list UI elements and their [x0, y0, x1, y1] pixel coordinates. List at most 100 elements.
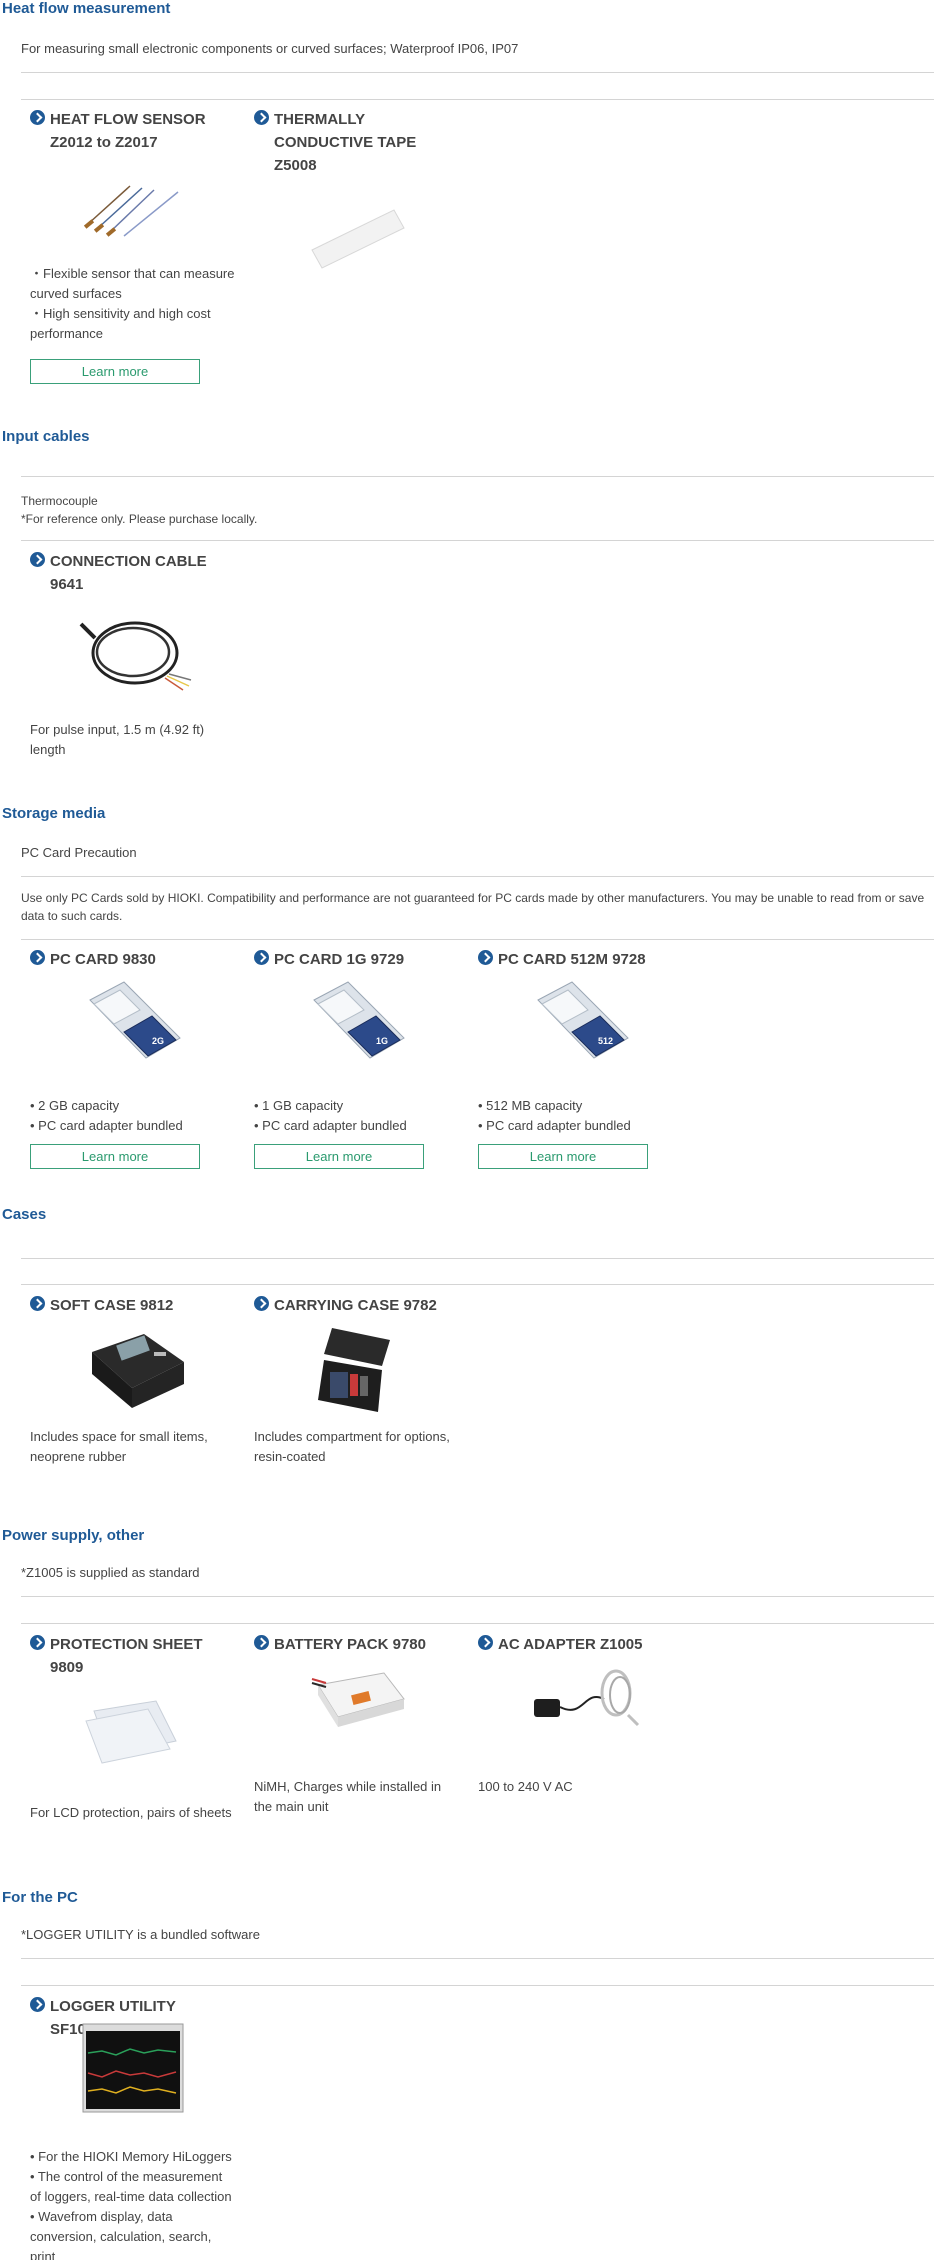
protection-sheet-image[interactable]: [80, 1697, 190, 1767]
card-title-line[interactable]: CONDUCTIVE TAPE: [274, 131, 454, 154]
section-storage-media: Storage media PC Card Precaution Use onl…: [0, 805, 934, 1205]
pc-card-image[interactable]: 1G: [304, 980, 414, 1070]
section-intro: *LOGGER UTILITY is a bundled software: [21, 1927, 260, 1942]
intro-line: Thermocouple: [21, 494, 98, 508]
card-description: • 512 MB capacity • PC card adapter bund…: [478, 1096, 693, 1136]
description-line: • For the HIOKI Memory HiLoggers: [30, 2149, 232, 2164]
card-description: ・Flexible sensor that can measure curved…: [30, 264, 245, 344]
description-line: 100 to 240 V AC: [478, 1779, 573, 1794]
section-title: Cases: [2, 1206, 47, 1223]
section-title: For the PC: [2, 1889, 78, 1906]
section-cases: Cases SOFT CASE 9812 Includes space for …: [0, 1206, 934, 1506]
section-title: Heat flow measurement: [2, 0, 171, 17]
card-title-line[interactable]: BATTERY PACK 9780: [274, 1633, 454, 1656]
card-title-link[interactable]: PC CARD 1G 9729: [254, 948, 454, 971]
pc-card-image[interactable]: 512: [528, 980, 638, 1070]
description-line: • 2 GB capacity: [30, 1098, 120, 1113]
chevron-right-icon: [254, 1296, 269, 1311]
logger-utility-screenshot-image[interactable]: [82, 2023, 184, 2113]
card-description: 100 to 240 V AC: [478, 1777, 683, 1797]
description-line: • PC card adapter bundled: [254, 1118, 407, 1133]
section-power-supply: Power supply, other *Z1005 is supplied a…: [0, 1527, 934, 1867]
card-title-link[interactable]: SOFT CASE 9812: [30, 1294, 230, 1317]
chevron-right-icon: [478, 1635, 493, 1650]
divider: [21, 1623, 934, 1624]
heat-flow-sensor-image[interactable]: [80, 178, 190, 248]
card-title-link[interactable]: PC CARD 512M 9728: [478, 948, 678, 971]
product-card-logger-utility-sf1000: LOGGER UTILITY SF1000 • For the HIOKI Me…: [30, 1995, 232, 2260]
card-title-line[interactable]: THERMALLY: [274, 108, 454, 131]
card-title-link[interactable]: BATTERY PACK 9780: [254, 1633, 454, 1656]
divider: [21, 1258, 934, 1259]
divider: [21, 1958, 934, 1959]
card-description: For LCD protection, pairs of sheets: [30, 1803, 260, 1823]
chevron-right-icon: [254, 1635, 269, 1650]
conductive-tape-image[interactable]: [304, 200, 414, 270]
card-title-line[interactable]: AC ADAPTER Z1005: [498, 1633, 678, 1656]
divider: [21, 540, 934, 541]
connection-cable-image[interactable]: [75, 608, 195, 698]
card-title-link[interactable]: PC CARD 9830: [30, 948, 230, 971]
description-line: For LCD protection, pairs of sheets: [30, 1805, 232, 1820]
card-title-line[interactable]: SOFT CASE 9812: [50, 1294, 230, 1317]
carrying-case-image[interactable]: [298, 1320, 418, 1415]
description-line: • The control of the measurement of logg…: [30, 2169, 232, 2204]
card-title-link[interactable]: HEAT FLOW SENSOR Z2012 to Z2017: [30, 108, 230, 154]
section-intro: PC Card Precaution: [21, 845, 137, 860]
section-note: Use only PC Cards sold by HIOKI. Compati…: [21, 891, 925, 923]
card-description: NiMH, Charges while installed in the mai…: [254, 1777, 459, 1817]
description-line: Includes compartment for options, resin-…: [254, 1429, 450, 1464]
learn-more-button[interactable]: Learn more: [478, 1144, 648, 1169]
card-title-link[interactable]: CONNECTION CABLE 9641: [30, 550, 230, 596]
product-card-connection-cable: CONNECTION CABLE 9641 For pulse input, 1…: [30, 550, 230, 770]
section-title: Power supply, other: [2, 1527, 145, 1544]
battery-pack-image[interactable]: [304, 1663, 414, 1733]
chevron-right-icon: [30, 1635, 45, 1650]
card-title-link[interactable]: AC ADAPTER Z1005: [478, 1633, 678, 1656]
card-capacity-label: 512: [598, 1036, 613, 1046]
section-for-pc: For the PC *LOGGER UTILITY is a bundled …: [0, 1889, 934, 2260]
description-line: Includes space for small items, neoprene…: [30, 1429, 208, 1464]
divider: [21, 99, 934, 100]
learn-more-button[interactable]: Learn more: [254, 1144, 424, 1169]
card-description: Includes compartment for options, resin-…: [254, 1427, 459, 1467]
card-title-line[interactable]: PROTECTION SHEET: [50, 1633, 230, 1656]
card-title-line[interactable]: Z2012 to Z2017: [50, 131, 230, 154]
card-title-line[interactable]: PC CARD 9830: [50, 948, 230, 971]
section-intro: *Z1005 is supplied as standard: [21, 1565, 200, 1580]
card-title-line[interactable]: Z5008: [274, 154, 454, 177]
card-title-line[interactable]: PC CARD 512M 9728: [498, 948, 678, 971]
section-title: Storage media: [2, 805, 106, 822]
card-title-line[interactable]: PC CARD 1G 9729: [274, 948, 454, 971]
section-title: Input cables: [2, 428, 90, 445]
card-title-line[interactable]: CARRYING CASE 9782: [274, 1294, 454, 1317]
product-card-carrying-case-9782: CARRYING CASE 9782 Includes compartment …: [254, 1294, 454, 1484]
soft-case-image[interactable]: [74, 1322, 194, 1412]
card-title-line[interactable]: HEAT FLOW SENSOR: [50, 108, 230, 131]
chevron-right-icon: [30, 1997, 45, 2012]
pc-card-image[interactable]: 2G: [80, 980, 190, 1070]
divider: [21, 1985, 934, 1986]
intro-line: *For reference only. Please purchase loc…: [21, 512, 258, 526]
card-title-link[interactable]: PROTECTION SHEET 9809: [30, 1633, 230, 1679]
divider: [21, 876, 934, 877]
description-line: For pulse input, 1.5 m (4.92 ft) length: [30, 722, 205, 757]
description-line: ・Flexible sensor that can measure curved…: [30, 266, 235, 301]
chevron-right-icon: [478, 950, 493, 965]
card-title-line[interactable]: 9641: [50, 573, 230, 596]
description-line: • PC card adapter bundled: [30, 1118, 183, 1133]
learn-more-button[interactable]: Learn more: [30, 1144, 200, 1169]
product-card-thermally-conductive-tape: THERMALLY CONDUCTIVE TAPE Z5008: [254, 108, 454, 308]
card-title-link[interactable]: THERMALLY CONDUCTIVE TAPE Z5008: [254, 108, 454, 177]
card-title-line[interactable]: 9809: [50, 1656, 230, 1679]
ac-adapter-image[interactable]: [524, 1659, 644, 1739]
card-capacity-label: 1G: [376, 1036, 388, 1046]
card-title-link[interactable]: CARRYING CASE 9782: [254, 1294, 454, 1317]
section-intro: For measuring small electronic component…: [21, 41, 519, 56]
divider: [21, 1596, 934, 1597]
card-title-line[interactable]: CONNECTION CABLE: [50, 550, 230, 573]
description-line: • 512 MB capacity: [478, 1098, 583, 1113]
product-card-soft-case-9812: SOFT CASE 9812 Includes space for small …: [30, 1294, 230, 1484]
product-card-pc-card-1g-9729: PC CARD 1G 9729 1G • 1 GB capacity • PC …: [254, 948, 454, 1188]
learn-more-button[interactable]: Learn more: [30, 359, 200, 384]
